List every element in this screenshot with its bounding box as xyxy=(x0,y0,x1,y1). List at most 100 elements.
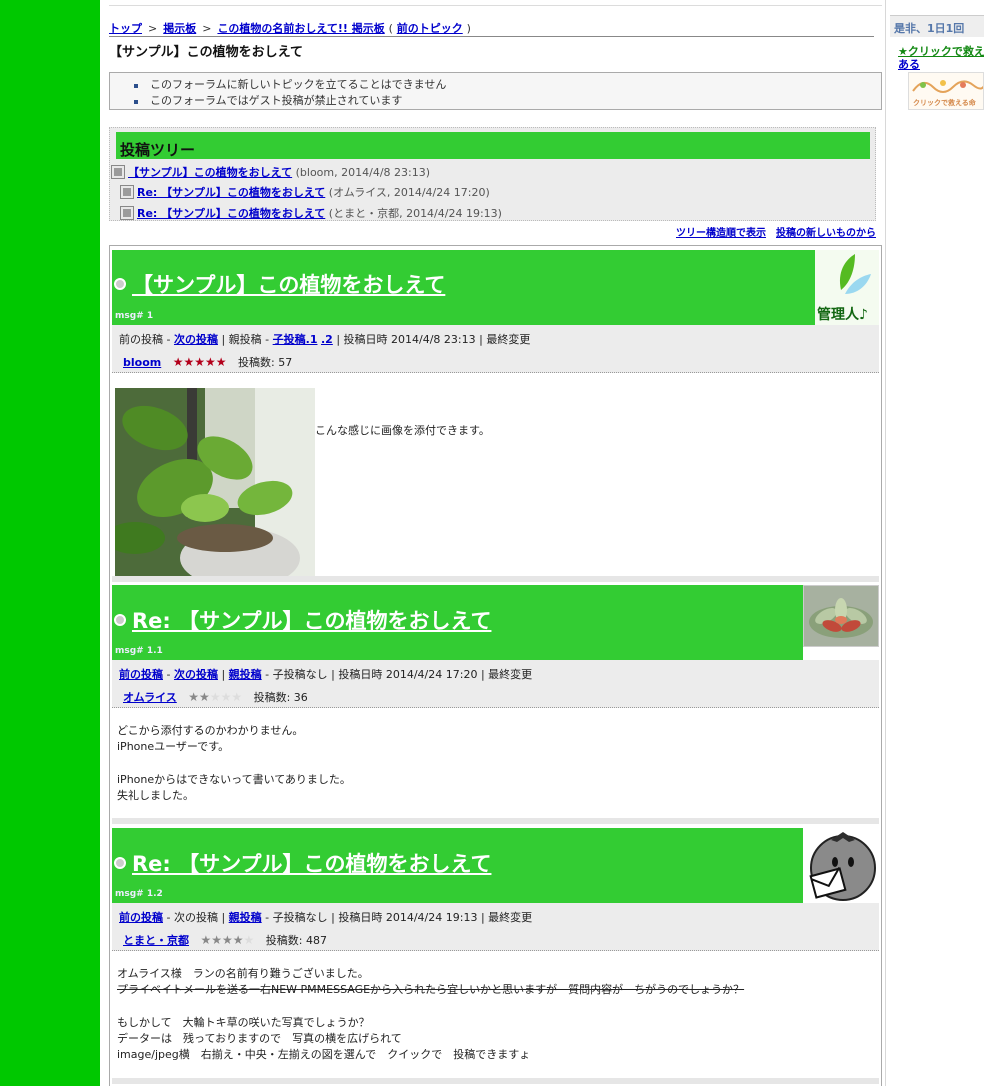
tree-node-icon xyxy=(111,165,125,179)
tree-post-info: (bloom, 2014/4/8 23:13) xyxy=(295,166,431,179)
plant-photo xyxy=(115,388,315,576)
click-banner[interactable]: クリックで救える命 xyxy=(908,72,984,110)
tomato-mail-icon xyxy=(809,832,876,901)
post-title: 【サンプル】この植物をおしえて xyxy=(112,269,445,299)
post-count: 投稿数: 487 xyxy=(265,934,327,947)
notice-item: このフォーラムではゲスト投稿が禁止されています xyxy=(134,93,881,109)
post-divider xyxy=(112,1078,879,1084)
post-title-link[interactable]: Re: 【サンプル】この植物をおしえて xyxy=(132,609,491,633)
post-text-line: データーは 残っておりますので 写真の横を広げられて xyxy=(117,1032,402,1045)
post-title: Re: 【サンプル】この植物をおしえて xyxy=(112,605,491,635)
prev-topic-link[interactable]: 前のトピック xyxy=(397,22,463,35)
threaded-view-link[interactable]: ツリー構造順で表示 xyxy=(676,228,766,239)
post-author-line: オムライス ★★★★★ 投稿数: 36 xyxy=(123,689,308,705)
tree-node-icon xyxy=(120,206,134,220)
post-meta: 前の投稿 - 次の投稿 | 親投稿 - 子投稿なし | 投稿日時 2014/4/… xyxy=(112,660,879,708)
main-content: トップ > 掲示板 > この植物の名前おしえて!! 掲示板 ( 前のトピック ) 【サン… xyxy=(100,0,886,1086)
post-text-line: iPhoneユーザーです。 xyxy=(117,740,230,753)
tree-post-link[interactable]: 【サンプル】この植物をおしえて xyxy=(128,166,292,179)
breadcrumb-paren-close: ) xyxy=(466,22,471,35)
right-sidebar: 是非、1日1回 ★クリックで救え ある クリックで救える命 xyxy=(887,0,984,1086)
user-avatar xyxy=(803,585,879,647)
post-text: こんな感じに画像を添付できます。 xyxy=(315,424,490,437)
post-tree: 投稿ツリー 【サンプル】この植物をおしえて (bloom, 2014/4/8 2… xyxy=(109,127,876,221)
post-text-line: 失礼しました。 xyxy=(117,789,194,802)
last-edit-label: 最終変更 xyxy=(488,911,533,924)
title-rule xyxy=(109,36,874,37)
admin-avatar: 管理人♪ xyxy=(815,250,879,325)
post-nav-line: 前の投稿 - 次の投稿 | 親投稿 - 子投稿なし | 投稿日時 2014/4/… xyxy=(119,911,533,924)
post-text-line: iPhoneからはできないって書いてありました。 xyxy=(117,773,351,786)
post-bullet-icon xyxy=(114,857,126,869)
post-msg-number: msg# 1 xyxy=(115,311,154,321)
author-link[interactable]: オムライス xyxy=(123,691,177,704)
sidebar-promo-link[interactable]: ★クリックで救え ある xyxy=(898,45,984,71)
prev-post-label: 前の投稿 xyxy=(119,333,163,346)
rank-stars: ★★★★★ xyxy=(172,355,227,369)
no-children-label: 子投稿なし xyxy=(272,911,328,924)
breadcrumb-separator: > xyxy=(202,22,212,35)
post-divider xyxy=(112,576,879,582)
post-tree-heading: 投稿ツリー xyxy=(116,132,870,159)
sidebar-link-blue[interactable]: ある xyxy=(898,58,984,71)
post-nav-line: 前の投稿 - 次の投稿 | 親投稿 - 子投稿なし | 投稿日時 2014/4/… xyxy=(119,668,533,681)
tree-view-links: ツリー構造順で表示 投稿の新しいものから xyxy=(666,224,876,239)
banner-text: クリックで救える命 xyxy=(913,99,976,107)
no-children-label: 子投稿なし xyxy=(272,668,328,681)
child-post-link-2[interactable]: .2 xyxy=(321,333,333,346)
post-nav-line: 前の投稿 - 次の投稿 | 親投稿 - 子投稿.1 .2 | 投稿日時 2014… xyxy=(119,333,531,346)
post-text-line: image/jpeg横 右揃え・中央・左揃えの図を選んで クイックで 投稿できま… xyxy=(117,1048,531,1061)
top-divider xyxy=(109,5,882,6)
tree-post-link[interactable]: Re: 【サンプル】この植物をおしえて xyxy=(137,207,325,220)
post-text-strikethrough: プライベイトメールを送る一右NEW PMMESSAGEから入られたら宜しいかと思… xyxy=(117,983,745,996)
post-header: Re: 【サンプル】この植物をおしえて msg# 1.2 xyxy=(112,828,803,903)
forum-notice-box: このフォーラムに新しいトピックを立てることはできません このフォーラムではゲスト… xyxy=(109,72,882,110)
tree-node-icon xyxy=(120,185,134,199)
post-header: 【サンプル】この植物をおしえて msg# 1 xyxy=(112,250,815,325)
notice-item: このフォーラムに新しいトピックを立てることはできません xyxy=(134,77,881,93)
post-bullet-icon xyxy=(114,278,126,290)
breadcrumb: トップ > 掲示板 > この植物の名前おしえて!! 掲示板 ( 前のトピック ) xyxy=(109,20,471,36)
next-post-link[interactable]: 次の投稿 xyxy=(174,333,218,346)
svg-text:管理人♪: 管理人♪ xyxy=(817,306,868,323)
succulent-photo xyxy=(804,586,878,646)
sidebar-link-green[interactable]: ★クリックで救え xyxy=(898,45,984,58)
last-edit-label: 最終変更 xyxy=(488,668,533,681)
user-avatar xyxy=(803,828,879,907)
post-date: 投稿日時 2014/4/8 23:13 xyxy=(343,333,476,346)
parent-post-link[interactable]: 親投稿 xyxy=(229,668,262,681)
breadcrumb-paren-open: ( xyxy=(388,22,393,35)
rank-stars: ★★★★★ xyxy=(188,690,243,704)
next-post-label: 次の投稿 xyxy=(173,911,218,924)
child-post-link-1[interactable]: 子投稿.1 xyxy=(273,333,318,346)
next-post-link[interactable]: 次の投稿 xyxy=(174,668,218,681)
tree-post-info: (とまと・京都, 2014/4/24 19:13) xyxy=(328,207,502,220)
prev-post-link[interactable]: 前の投稿 xyxy=(119,668,163,681)
tree-row: 【サンプル】この植物をおしえて (bloom, 2014/4/8 23:13) xyxy=(111,164,431,180)
post-msg-number: msg# 1.2 xyxy=(115,889,163,899)
tree-post-info: (オムライス, 2014/4/24 17:20) xyxy=(328,186,490,199)
post-body: こんな感じに画像を添付できます。 xyxy=(115,388,879,576)
post-title-link[interactable]: Re: 【サンプル】この植物をおしえて xyxy=(132,852,491,876)
post-date: 投稿日時 2014/4/24 19:13 xyxy=(338,911,478,924)
post-title-link[interactable]: 【サンプル】この植物をおしえて xyxy=(132,273,445,297)
post-text-line: オムライス様 ランの名前有り難うございました。 xyxy=(117,967,369,980)
post-count: 投稿数: 57 xyxy=(238,356,293,369)
parent-post-link[interactable]: 親投稿 xyxy=(229,911,262,924)
prev-post-link[interactable]: 前の投稿 xyxy=(119,911,163,924)
post-body: どこから添付するのかわかりません。 iPhoneユーザーです。 iPhoneから… xyxy=(117,723,351,804)
author-link[interactable]: とまと・京都 xyxy=(123,934,189,947)
newest-first-link[interactable]: 投稿の新しいものから xyxy=(776,228,876,239)
leaf-logo-icon: 管理人♪ xyxy=(817,254,871,323)
tree-post-link[interactable]: Re: 【サンプル】この植物をおしえて xyxy=(137,186,325,199)
post-header: Re: 【サンプル】この植物をおしえて msg# 1.1 xyxy=(112,585,803,660)
banner-figures-icon xyxy=(912,80,983,93)
breadcrumb-separator: > xyxy=(148,22,158,35)
breadcrumb-top-link[interactable]: トップ xyxy=(109,22,142,35)
breadcrumb-forum-link[interactable]: この植物の名前おしえて!! 掲示板 xyxy=(217,22,384,35)
sidebar-heading: 是非、1日1回 xyxy=(890,15,984,37)
parent-post-label: 親投稿 xyxy=(228,333,262,346)
breadcrumb-board-link[interactable]: 掲示板 xyxy=(163,22,196,35)
author-link[interactable]: bloom xyxy=(123,356,161,369)
